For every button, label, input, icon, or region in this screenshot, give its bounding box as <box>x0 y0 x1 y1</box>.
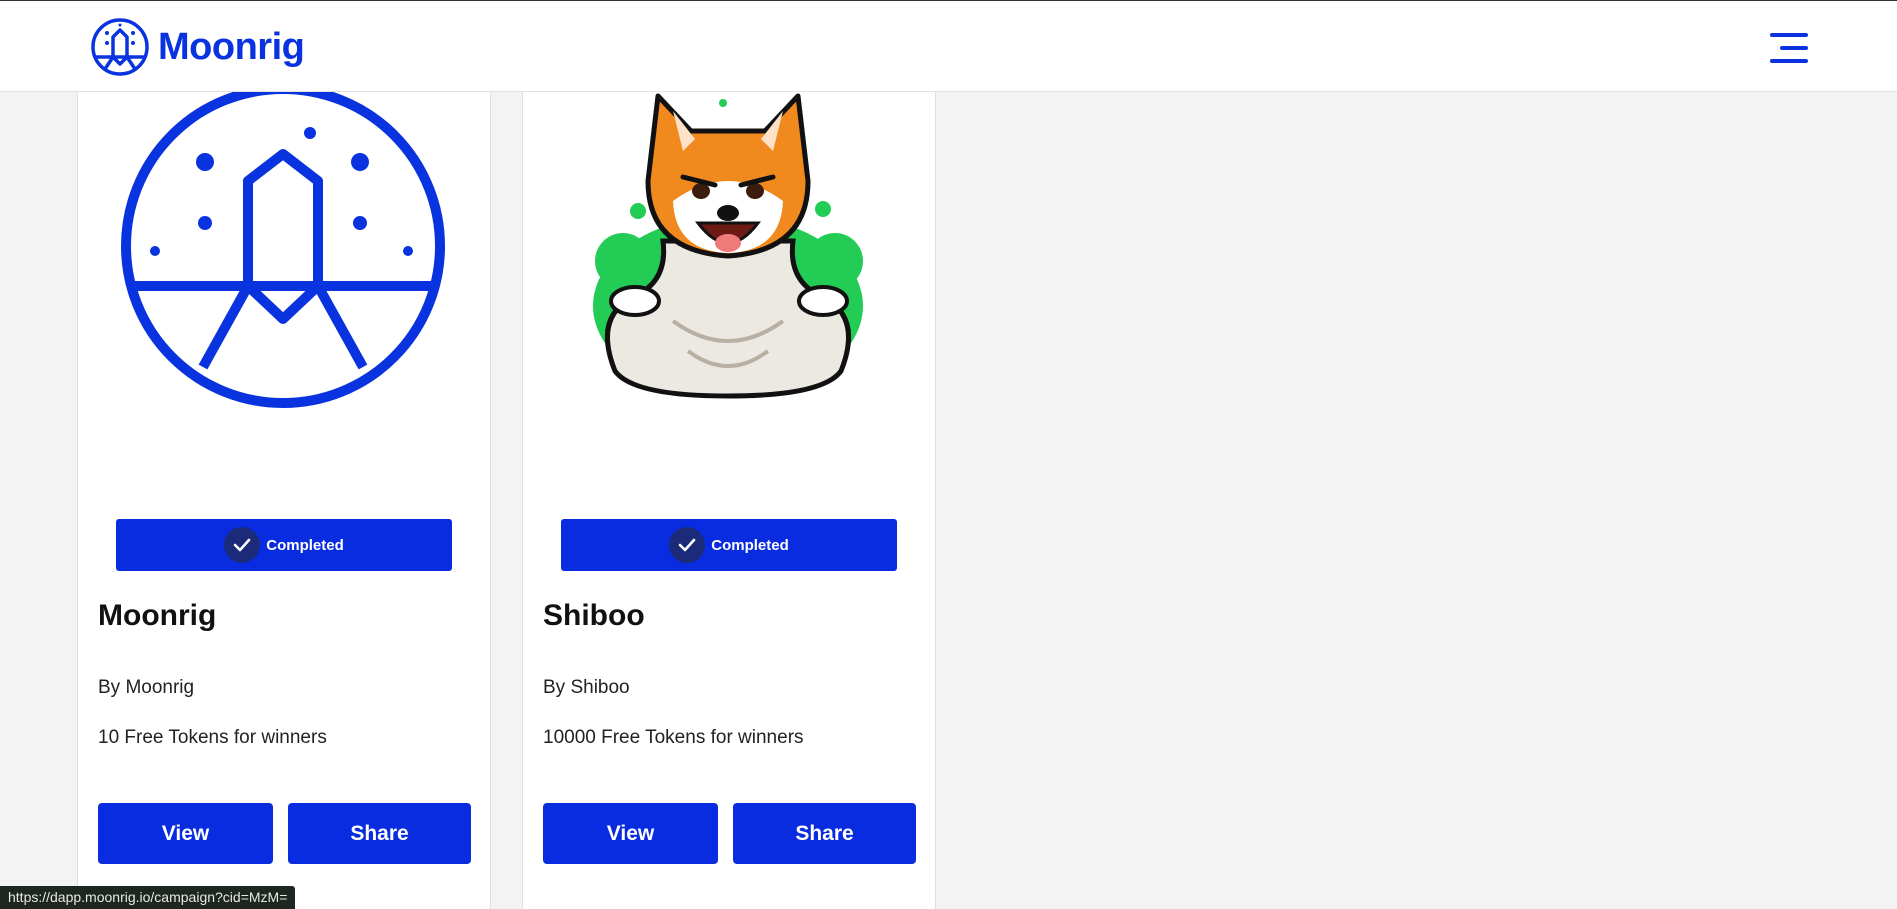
status-label: Completed <box>266 536 344 554</box>
shiba-ghost-mascot-image <box>593 93 863 399</box>
share-button[interactable]: Share <box>733 803 916 864</box>
campaign-title: Shiboo <box>543 599 645 632</box>
moonrig-logo-icon <box>91 18 149 76</box>
site-header: Moonrig <box>0 1 1897 92</box>
browser-status-bar-url: https://dapp.moonrig.io/campaign?cid=MzM… <box>0 886 296 909</box>
brand-logo-link[interactable]: Moonrig <box>90 17 305 77</box>
hamburger-menu-icon[interactable] <box>1770 31 1810 65</box>
campaign-author: By Shiboo <box>543 677 630 698</box>
campaign-reward: 10000 Free Tokens for winners <box>543 727 804 748</box>
status-label: Completed <box>711 536 789 554</box>
campaign-card-moonrig: Completed Moonrig By Moonrig 10 Free Tok… <box>77 91 491 909</box>
campaign-card-shiboo: Completed Shiboo By Shiboo 10000 Free To… <box>522 91 936 909</box>
brand-name: Moonrig <box>158 25 305 68</box>
check-icon <box>669 527 706 563</box>
check-icon <box>224 527 261 563</box>
campaign-author: By Moonrig <box>98 677 195 698</box>
campaign-reward: 10 Free Tokens for winners <box>98 727 327 748</box>
status-badge: Completed <box>561 519 897 571</box>
view-button[interactable]: View <box>543 803 718 864</box>
view-button[interactable]: View <box>98 803 273 864</box>
status-badge: Completed <box>116 519 452 571</box>
campaign-title: Moonrig <box>98 599 217 632</box>
share-button[interactable]: Share <box>288 803 471 864</box>
moonrig-logo-image <box>121 91 445 408</box>
